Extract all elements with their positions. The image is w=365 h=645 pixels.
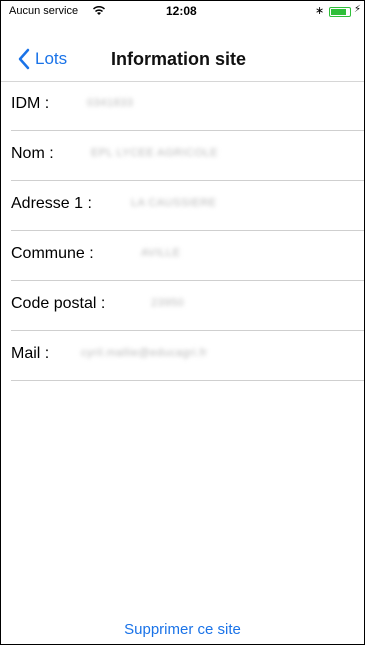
field-value: LA CAUSSIERE	[131, 197, 217, 209]
field-label: IDM :	[11, 95, 50, 112]
navigation-bar: Lots Information site	[1, 41, 364, 82]
field-row-adresse: Adresse 1 : LA CAUSSIERE	[11, 181, 364, 231]
field-value: 0341833	[87, 97, 134, 109]
field-label: Adresse 1 :	[11, 195, 92, 212]
back-label: Lots	[35, 49, 68, 68]
field-row-mail: Mail : cyril.mallie@educagri.fr	[11, 331, 364, 381]
charging-icon: ⚡	[354, 4, 362, 15]
field-row-commune: Commune : AVILLE	[11, 231, 364, 281]
field-value: cyril.mallie@educagri.fr	[81, 347, 208, 359]
battery-icon	[329, 7, 351, 17]
field-row-code-postal: Code postal : 23950	[11, 281, 364, 331]
field-label: Mail :	[11, 345, 50, 362]
delete-site-button[interactable]: Supprimer ce site	[1, 621, 364, 638]
site-info-list: IDM : 0341833 Nom : EPL LYCEE AGRICOLE A…	[1, 81, 364, 381]
screen: Aucun service 12:08 ∗ ⚡ Lots Information…	[0, 0, 365, 645]
field-value: AVILLE	[141, 247, 181, 259]
field-label: Nom :	[11, 145, 54, 162]
battery-fill	[331, 9, 346, 15]
field-row-nom: Nom : EPL LYCEE AGRICOLE	[11, 131, 364, 181]
field-value: EPL LYCEE AGRICOLE	[91, 147, 218, 159]
field-label: Code postal :	[11, 295, 106, 312]
chevron-left-icon	[18, 48, 30, 70]
back-button[interactable]: Lots	[17, 48, 67, 70]
page-title: Information site	[111, 49, 247, 69]
field-label: Commune :	[11, 245, 94, 262]
wifi-icon	[92, 5, 106, 19]
clock: 12:08	[166, 4, 197, 18]
bluetooth-icon: ∗	[315, 5, 325, 17]
field-value: 23950	[151, 297, 185, 309]
field-row-idm: IDM : 0341833	[11, 81, 364, 131]
carrier-label: Aucun service	[9, 5, 79, 17]
status-bar: Aucun service 12:08 ∗ ⚡	[9, 1, 364, 21]
